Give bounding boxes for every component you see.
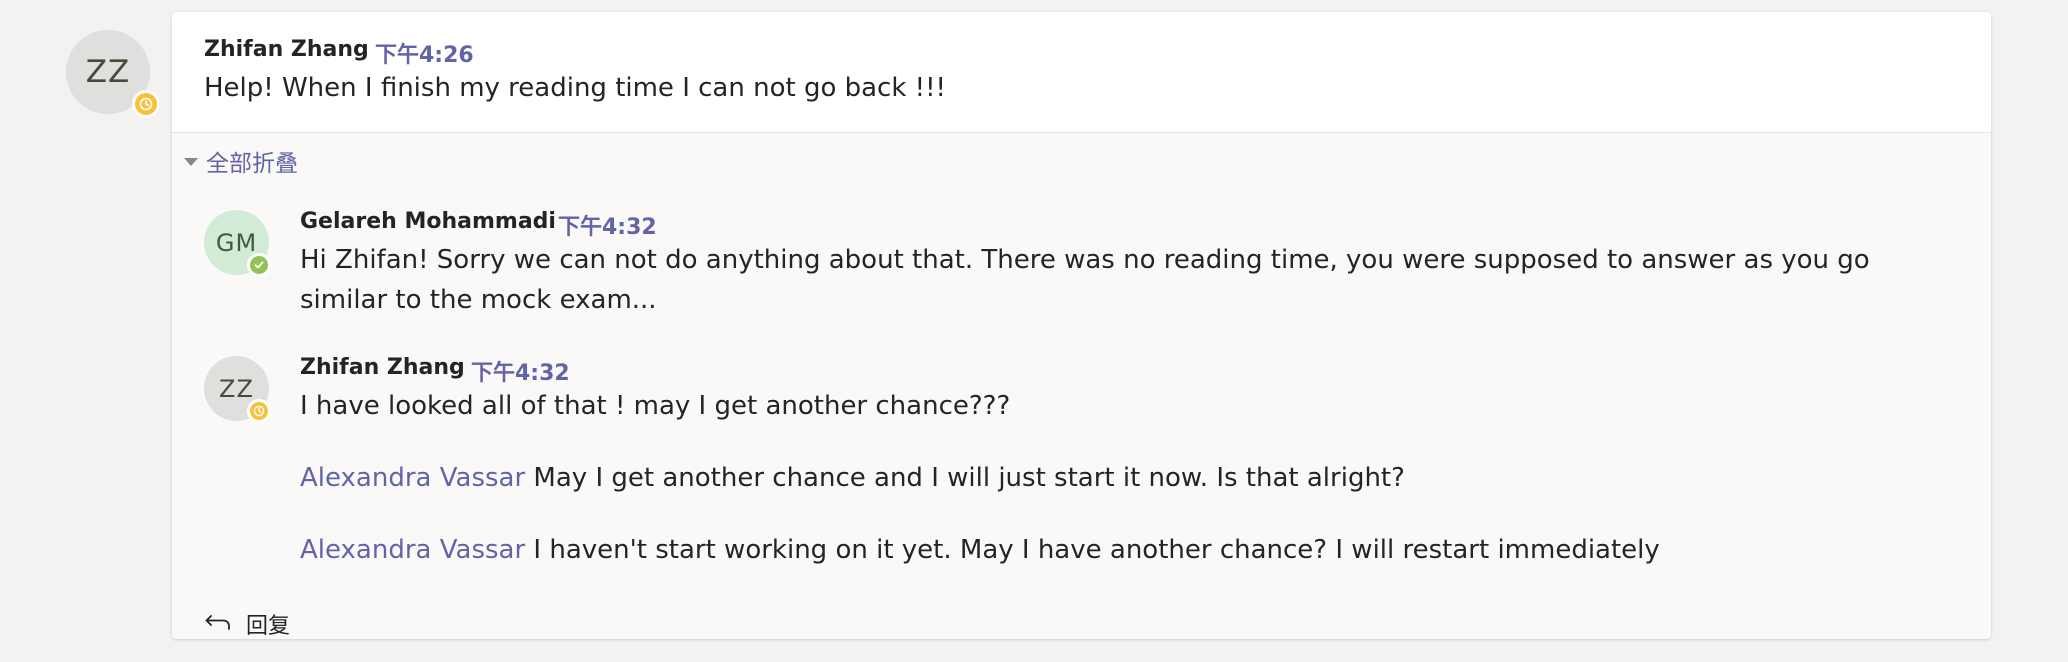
avatar-initials: ZZ — [219, 374, 254, 403]
followup-text: May I get another chance and I will just… — [525, 463, 1405, 493]
reply-timestamp: 下午4:32 — [558, 215, 657, 240]
thread-message-text: Help! When I finish my reading time I ca… — [204, 73, 946, 103]
available-status-icon — [247, 253, 271, 277]
collapse-all-button[interactable]: 全部折叠 — [184, 144, 298, 178]
thread-author-name[interactable]: Zhifan Zhang — [204, 37, 369, 62]
reply-author-avatar[interactable]: GM — [204, 210, 271, 277]
thread-timestamp: 下午4:26 — [375, 43, 474, 68]
avatar-initials: GM — [215, 228, 258, 257]
reply-author-avatar[interactable]: ZZ — [204, 356, 271, 423]
reply-arrow-icon — [204, 612, 232, 636]
away-status-icon — [132, 90, 160, 118]
followup-text: I haven't start working on it yet. May I… — [525, 535, 1660, 565]
reply-followup-message: Alexandra Vassar May I get another chanc… — [300, 458, 1405, 498]
reply-author-name[interactable]: Zhifan Zhang — [300, 355, 465, 380]
avatar-initials: ZZ — [85, 54, 131, 90]
reply-message-text: I have looked all of that ! may I get an… — [300, 391, 1011, 421]
reply-button[interactable]: 回复 — [204, 608, 290, 639]
reply-timestamp: 下午4:32 — [471, 361, 570, 386]
thread-author-avatar[interactable]: ZZ — [66, 30, 160, 118]
mention-link[interactable]: Alexandra Vassar — [300, 463, 525, 493]
reply-followup-message: Alexandra Vassar I haven't start working… — [300, 530, 1660, 570]
collapse-triangle-icon — [184, 158, 198, 166]
reply-author-name[interactable]: Gelareh Mohammadi — [300, 209, 556, 234]
reply-message-text: Hi Zhifan! Sorry we can not do anything … — [300, 245, 1870, 315]
away-status-icon — [247, 399, 271, 423]
collapse-all-label: 全部折叠 — [206, 151, 298, 177]
reply-label: 回复 — [246, 614, 291, 639]
conversation-thread-card: Zhifan Zhang 下午4:26 Help! When I finish … — [172, 12, 1991, 639]
mention-link[interactable]: Alexandra Vassar — [300, 535, 525, 565]
